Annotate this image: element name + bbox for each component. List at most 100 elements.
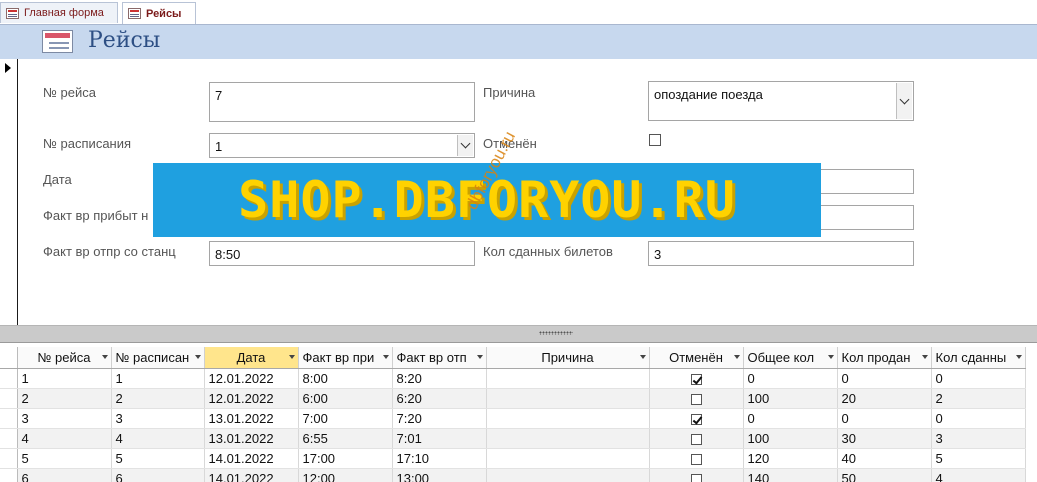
table-cell[interactable]: 13.01.2022	[204, 408, 299, 429]
unchecked-checkbox-icon[interactable]	[690, 434, 702, 446]
table-cell[interactable]: 3	[931, 428, 1026, 449]
table-cell-checkbox[interactable]	[649, 368, 744, 389]
column-header-8[interactable]: Общее кол	[743, 347, 838, 369]
table-cell[interactable]: 1	[17, 368, 112, 389]
table-cell[interactable]: 0	[837, 408, 932, 429]
table-cell[interactable]: 20	[837, 388, 932, 409]
cancelled-checkbox[interactable]	[649, 134, 661, 146]
table-cell[interactable]: 7:20	[392, 408, 487, 429]
table-cell[interactable]: 4	[17, 428, 112, 449]
table-cell[interactable]: 7:00	[298, 408, 393, 429]
table-cell[interactable]: 13:00	[392, 468, 487, 482]
table-cell[interactable]: 0	[743, 368, 838, 389]
table-cell[interactable]	[486, 468, 650, 482]
fact-departure-field[interactable]: 8:50	[209, 241, 475, 266]
reason-combobox[interactable]: опоздание поезда	[648, 81, 914, 121]
row-selector[interactable]	[0, 408, 18, 429]
table-cell-checkbox[interactable]	[649, 428, 744, 449]
table-cell[interactable]: 100	[743, 388, 838, 409]
dropdown-button[interactable]	[457, 135, 473, 156]
table-cell[interactable]: 0	[931, 408, 1026, 429]
table-cell[interactable]: 3	[111, 408, 205, 429]
table-cell[interactable]: 7:01	[392, 428, 487, 449]
dropdown-button[interactable]	[896, 83, 912, 119]
table-cell[interactable]	[486, 408, 650, 429]
table-row[interactable]: 6 6 14.01.2022 12:00 13:00 140 50 4	[0, 468, 1026, 482]
table-cell[interactable]	[486, 388, 650, 409]
column-header-2[interactable]: № расписан	[111, 347, 205, 369]
table-cell[interactable]: 17:00	[298, 448, 393, 469]
column-header-6[interactable]: Причина	[486, 347, 650, 369]
table-cell[interactable]: 2	[17, 388, 112, 409]
row-selector[interactable]	[0, 368, 18, 389]
column-header-3[interactable]: Дата	[204, 347, 299, 369]
filter-dropdown-icon[interactable]	[288, 355, 295, 359]
select-all-cell[interactable]	[0, 347, 18, 369]
table-cell[interactable]: 3	[17, 408, 112, 429]
table-cell[interactable]: 120	[743, 448, 838, 469]
table-row[interactable]: 1 1 12.01.2022 8:00 8:20 0 0 0	[0, 368, 1026, 389]
returned-tickets-field[interactable]: 3	[648, 241, 914, 266]
table-cell[interactable]: 5	[931, 448, 1026, 469]
tab-flights[interactable]: Рейсы	[122, 2, 196, 24]
column-header-1[interactable]: № рейса	[17, 347, 112, 369]
record-selector[interactable]	[0, 59, 18, 325]
unchecked-checkbox-icon[interactable]	[690, 454, 702, 466]
table-cell[interactable]: 14.01.2022	[204, 468, 299, 482]
filter-dropdown-icon[interactable]	[382, 355, 389, 359]
table-row[interactable]: 4 4 13.01.2022 6:55 7:01 100 30 3	[0, 428, 1026, 449]
table-cell[interactable]: 0	[931, 368, 1026, 389]
tab-main-form[interactable]: Главная форма	[0, 2, 118, 23]
filter-dropdown-icon[interactable]	[476, 355, 483, 359]
unchecked-checkbox-icon[interactable]	[690, 474, 702, 482]
table-cell[interactable]: 6:00	[298, 388, 393, 409]
table-cell[interactable]	[486, 428, 650, 449]
table-cell[interactable]: 12.01.2022	[204, 388, 299, 409]
checked-checkbox-icon[interactable]	[690, 374, 702, 386]
table-cell[interactable]: 8:00	[298, 368, 393, 389]
table-cell-checkbox[interactable]	[649, 448, 744, 469]
table-cell[interactable]: 5	[111, 448, 205, 469]
table-cell[interactable]: 12:00	[298, 468, 393, 482]
table-cell[interactable]: 4	[931, 468, 1026, 482]
table-row[interactable]: 2 2 12.01.2022 6:00 6:20 100 20 2	[0, 388, 1026, 409]
table-cell[interactable]: 30	[837, 428, 932, 449]
column-header-7[interactable]: Отменён	[649, 347, 744, 369]
table-cell[interactable]: 6:55	[298, 428, 393, 449]
table-cell[interactable]: 17:10	[392, 448, 487, 469]
table-cell-checkbox[interactable]	[649, 468, 744, 482]
filter-dropdown-icon[interactable]	[101, 355, 108, 359]
row-selector[interactable]	[0, 468, 18, 482]
table-cell[interactable]: 0	[743, 408, 838, 429]
table-cell[interactable]: 4	[111, 428, 205, 449]
filter-dropdown-icon[interactable]	[194, 355, 201, 359]
table-cell[interactable]: 13.01.2022	[204, 428, 299, 449]
table-cell[interactable]	[486, 368, 650, 389]
table-cell[interactable]: 100	[743, 428, 838, 449]
unchecked-checkbox-icon[interactable]	[690, 394, 702, 406]
filter-dropdown-icon[interactable]	[639, 355, 646, 359]
filter-dropdown-icon[interactable]	[733, 355, 740, 359]
table-cell[interactable]: 0	[837, 368, 932, 389]
row-selector[interactable]	[0, 388, 18, 409]
column-header-4[interactable]: Факт вр при	[298, 347, 393, 369]
table-cell[interactable]	[486, 448, 650, 469]
flight-no-field[interactable]: 7	[209, 82, 475, 122]
table-row[interactable]: 3 3 13.01.2022 7:00 7:20 0 0 0	[0, 408, 1026, 429]
filter-dropdown-icon[interactable]	[921, 355, 928, 359]
table-cell[interactable]: 6	[17, 468, 112, 482]
column-header-9[interactable]: Кол продан	[837, 347, 932, 369]
row-selector[interactable]	[0, 448, 18, 469]
row-selector[interactable]	[0, 428, 18, 449]
table-cell[interactable]: 1	[111, 368, 205, 389]
table-cell[interactable]: 2	[931, 388, 1026, 409]
checked-checkbox-icon[interactable]	[690, 414, 702, 426]
column-header-10[interactable]: Кол сданны	[931, 347, 1026, 369]
table-cell[interactable]: 5	[17, 448, 112, 469]
table-cell[interactable]: 8:20	[392, 368, 487, 389]
table-cell[interactable]: 6	[111, 468, 205, 482]
schedule-no-combobox[interactable]: 1	[209, 133, 475, 158]
table-cell[interactable]: 50	[837, 468, 932, 482]
table-cell[interactable]: 140	[743, 468, 838, 482]
table-cell[interactable]: 12.01.2022	[204, 368, 299, 389]
